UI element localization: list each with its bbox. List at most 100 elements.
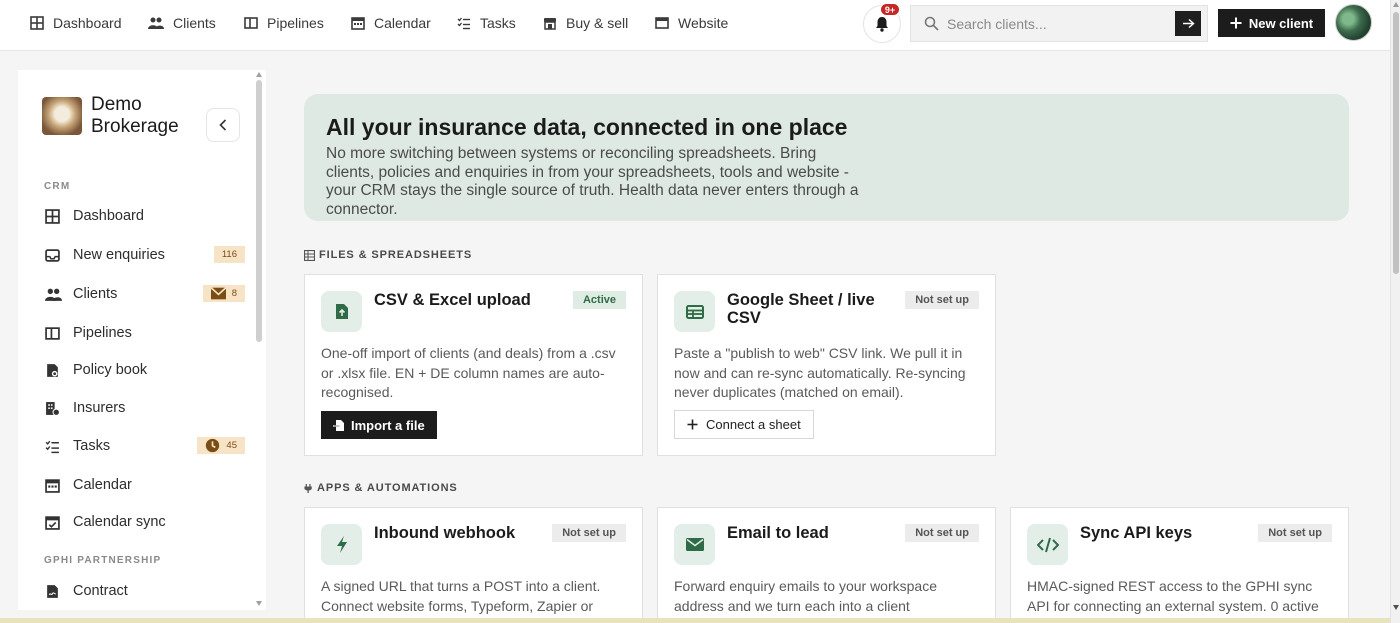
apps-section-heading: APPS & AUTOMATIONS xyxy=(304,482,458,494)
file-import-icon xyxy=(333,419,344,431)
scroll-down-arrow[interactable] xyxy=(1393,605,1399,610)
files-section-label: FILES & SPREADSHEETS xyxy=(319,249,473,261)
chevron-left-icon xyxy=(219,119,227,131)
badge-count: 45 xyxy=(226,440,237,451)
sidebar-item-new-enquiries[interactable]: New enquiries 116 xyxy=(45,244,245,266)
sidebar-item-label: Clients xyxy=(73,286,118,302)
card-google-sheet: Google Sheet / live CSV Not set up Paste… xyxy=(657,274,996,456)
brand-name: Demo Brokerage xyxy=(91,94,179,137)
file-icon xyxy=(47,363,58,377)
nav-calendar[interactable]: Calendar xyxy=(351,0,431,46)
card-description: One-off import of clients (and deals) fr… xyxy=(321,345,616,400)
nav-website-label: Website xyxy=(678,15,729,31)
signature-icon xyxy=(47,584,58,598)
card-title: CSV & Excel upload xyxy=(374,291,531,309)
connect-sheet-button[interactable]: Connect a sheet xyxy=(674,410,814,439)
calendar-icon xyxy=(45,478,60,493)
page-scrollbar[interactable] xyxy=(1390,0,1400,623)
bell-icon xyxy=(876,17,888,32)
connect-sheet-label: Connect a sheet xyxy=(706,417,801,432)
card-title: Inbound webhook xyxy=(374,524,516,542)
brand-logo xyxy=(42,97,82,135)
enquiries-count-badge: 116 xyxy=(213,246,245,263)
spreadsheet-icon xyxy=(685,304,704,319)
plus-icon xyxy=(687,419,698,430)
sidebar-item-contract[interactable]: Contract xyxy=(45,580,245,602)
nav-dashboard[interactable]: Dashboard xyxy=(30,0,122,46)
card-description: A signed URL that turns a POST into a cl… xyxy=(321,578,601,623)
badge-count: 116 xyxy=(221,249,237,260)
card-icon-box xyxy=(674,291,715,332)
search-box xyxy=(910,5,1208,42)
card-inbound-webhook: Inbound webhook Not set up A signed URL … xyxy=(304,507,643,623)
import-file-button[interactable]: Import a file xyxy=(321,411,437,439)
code-icon xyxy=(1036,537,1059,552)
search-input[interactable] xyxy=(947,15,1167,32)
sidebar-item-label: Insurers xyxy=(73,400,126,416)
nav-buy-sell[interactable]: Buy & sell xyxy=(543,0,628,46)
envelope-icon xyxy=(210,287,226,300)
users-icon xyxy=(45,288,62,301)
user-avatar[interactable] xyxy=(1335,4,1372,41)
columns-icon xyxy=(244,17,258,29)
sidebar: Demo Brokerage CRM Dashboard New enquiri… xyxy=(18,70,266,610)
file-upload-icon xyxy=(335,304,348,319)
sidebar-item-label: Contract xyxy=(73,583,128,599)
sidebar-item-label: New enquiries xyxy=(73,247,165,263)
nav-tasks[interactable]: Tasks xyxy=(457,0,516,46)
bottom-edge-strip xyxy=(0,618,1390,623)
sidebar-item-dashboard[interactable]: Dashboard xyxy=(45,205,245,227)
card-csv-upload: CSV & Excel upload Active One-off import… xyxy=(304,274,643,456)
sidebar-item-calendar[interactable]: Calendar xyxy=(45,474,245,496)
new-client-button[interactable]: New client xyxy=(1218,9,1325,37)
status-badge: Not set up xyxy=(1258,524,1332,542)
status-badge: Not set up xyxy=(905,291,979,309)
arrow-right-icon xyxy=(1182,18,1195,29)
search-submit-button[interactable] xyxy=(1175,11,1201,36)
sidebar-item-label: Policy book xyxy=(73,362,148,378)
card-sync-api-keys: Sync API keys Not set up HMAC-signed RES… xyxy=(1010,507,1349,623)
nav-tasks-label: Tasks xyxy=(480,15,516,31)
calendar-check-icon xyxy=(45,515,60,530)
sidebar-item-label: Calendar sync xyxy=(73,514,166,530)
nav-pipelines[interactable]: Pipelines xyxy=(244,0,324,46)
apps-section-label: APPS & AUTOMATIONS xyxy=(317,482,458,494)
badge-count: 8 xyxy=(231,288,237,299)
scroll-down-arrow[interactable] xyxy=(256,601,262,606)
hero-title: All your insurance data, connected in on… xyxy=(326,114,848,140)
checklist-icon xyxy=(457,17,470,30)
grid-icon xyxy=(30,16,44,30)
sidebar-item-insurers[interactable]: Insurers xyxy=(45,397,245,419)
search-icon xyxy=(924,16,939,31)
grid-icon xyxy=(45,208,60,224)
collapse-sidebar-button[interactable] xyxy=(206,108,240,142)
nav-clients[interactable]: Clients xyxy=(148,0,216,46)
nav-calendar-label: Calendar xyxy=(374,15,431,31)
plus-icon xyxy=(1230,17,1242,29)
browser-icon xyxy=(655,17,669,29)
sidebar-item-policy-book[interactable]: Policy book xyxy=(45,359,245,381)
scroll-up-arrow[interactable] xyxy=(1393,2,1399,7)
sidebar-item-label: Dashboard xyxy=(73,208,144,224)
sidebar-item-pipelines[interactable]: Pipelines xyxy=(45,322,245,344)
clients-count-badge: 8 xyxy=(202,285,245,302)
sidebar-item-clients[interactable]: Clients 8 xyxy=(45,283,245,305)
card-title: Google Sheet / live CSV xyxy=(727,291,875,327)
nav-clients-label: Clients xyxy=(173,15,216,31)
card-title: Sync API keys xyxy=(1080,524,1193,542)
nav-buy-sell-label: Buy & sell xyxy=(566,15,629,31)
card-email-to-lead: Email to lead Not set up Forward enquiry… xyxy=(657,507,996,623)
card-title: Email to lead xyxy=(727,524,829,542)
hero-banner: All your insurance data, connected in on… xyxy=(304,94,1349,221)
clock-icon xyxy=(206,438,220,453)
sidebar-scrollbar[interactable] xyxy=(256,70,264,610)
sidebar-item-calendar-sync[interactable]: Calendar sync xyxy=(45,511,245,533)
scroll-up-arrow[interactable] xyxy=(256,72,262,77)
scrollbar-thumb[interactable] xyxy=(1393,12,1399,274)
card-icon-box xyxy=(321,291,362,332)
envelope-icon xyxy=(685,538,704,551)
calendar-icon xyxy=(351,17,365,30)
sidebar-item-tasks[interactable]: Tasks 45 xyxy=(45,435,245,457)
scrollbar-thumb[interactable] xyxy=(256,80,262,342)
nav-website[interactable]: Website xyxy=(655,0,728,46)
